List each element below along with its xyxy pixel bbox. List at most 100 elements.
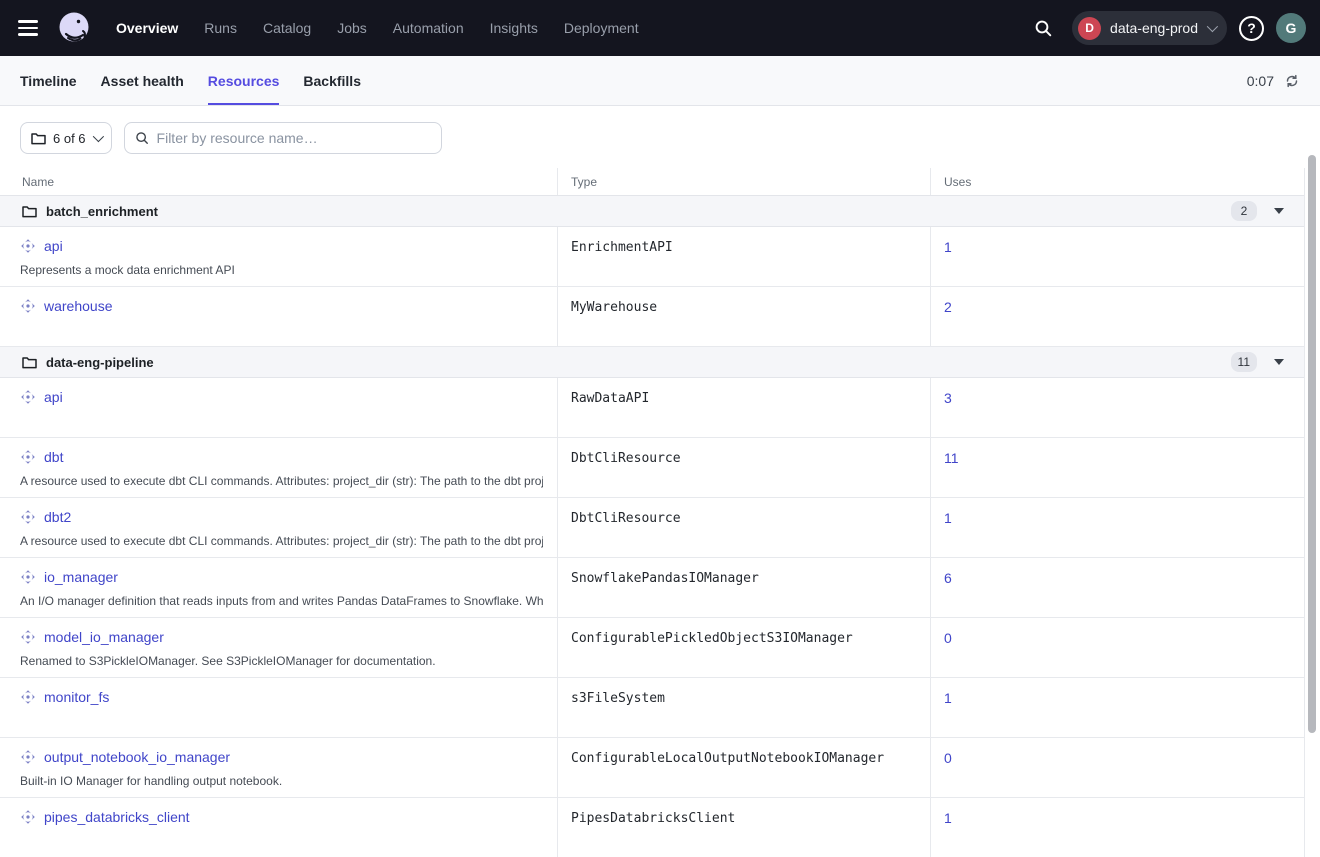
chevron-down-icon	[1207, 21, 1218, 32]
resource-icon	[20, 238, 36, 254]
resource-search-input[interactable]	[157, 130, 431, 146]
resource-uses-link[interactable]: 1	[944, 239, 952, 255]
topnav-link-overview[interactable]: Overview	[116, 20, 178, 36]
resource-group-row[interactable]: batch_enrichment 2	[0, 196, 1304, 227]
topnav-link-deployment[interactable]: Deployment	[564, 20, 639, 36]
resource-icon	[20, 629, 36, 645]
resource-name-link[interactable]: io_manager	[44, 569, 118, 585]
tab-bar: Timeline Asset health Resources Backfills 0…	[0, 56, 1320, 106]
resource-row: io_manager An I/O manager definition tha…	[0, 558, 1304, 618]
resource-description: A resource used to execute dbt CLI comma…	[20, 534, 543, 548]
resource-uses-link[interactable]: 0	[944, 630, 952, 646]
resource-icon	[20, 749, 36, 765]
resource-icon	[20, 509, 36, 525]
resource-uses-link[interactable]: 1	[944, 510, 952, 526]
resources-table: Name Type Uses batch_enrichment 2 api Re…	[0, 168, 1305, 857]
topnav-link-runs[interactable]: Runs	[204, 20, 237, 36]
tabs: Timeline Asset health Resources Backfills	[20, 56, 361, 105]
table-header: Name Type Uses	[0, 168, 1304, 196]
resource-name-link[interactable]: api	[44, 389, 63, 405]
resource-icon	[20, 689, 36, 705]
column-header-name: Name	[0, 168, 557, 195]
resource-description: An I/O manager definition that reads inp…	[20, 594, 543, 608]
resource-name-link[interactable]: output_notebook_io_manager	[44, 749, 230, 765]
chevron-down-icon	[92, 131, 103, 142]
resource-icon	[20, 809, 36, 825]
resource-type: s3FileSystem	[557, 678, 930, 737]
resource-name-link[interactable]: api	[44, 238, 63, 254]
topnav-link-insights[interactable]: Insights	[490, 20, 538, 36]
resource-icon	[20, 389, 36, 405]
refresh-timer: 0:07	[1247, 73, 1274, 89]
resource-name-link[interactable]: warehouse	[44, 298, 113, 314]
resource-row: dbt A resource used to execute dbt CLI c…	[0, 438, 1304, 498]
topnav-links: Overview Runs Catalog Jobs Automation Insight…	[116, 20, 639, 36]
resource-description: Built-in IO Manager for handling output …	[20, 774, 543, 788]
resource-group-row[interactable]: data-eng-pipeline 11	[0, 347, 1304, 378]
resource-type: ConfigurableLocalOutputNotebookIOManager	[557, 738, 930, 797]
resource-row: api Represents a mock data enrichment AP…	[0, 227, 1304, 287]
resource-search[interactable]	[124, 122, 442, 154]
resource-row: api RawDataAPI 3	[0, 378, 1304, 438]
resource-row: dbt2 A resource used to execute dbt CLI …	[0, 498, 1304, 558]
folder-icon	[22, 356, 37, 369]
resource-uses-link[interactable]: 0	[944, 750, 952, 766]
resource-type: PipesDatabricksClient	[557, 798, 930, 857]
resource-description: A resource used to execute dbt CLI comma…	[20, 474, 543, 488]
top-nav: Overview Runs Catalog Jobs Automation Insight…	[0, 0, 1320, 56]
hamburger-menu-icon[interactable]	[14, 12, 46, 44]
topnav-link-jobs[interactable]: Jobs	[337, 20, 367, 36]
group-count-badge: 2	[1231, 201, 1257, 221]
resource-uses-link[interactable]: 1	[944, 690, 952, 706]
resource-type: DbtCliResource	[557, 438, 930, 497]
dagster-logo[interactable]	[56, 9, 94, 47]
folder-icon	[22, 205, 37, 218]
search-icon[interactable]	[1026, 11, 1060, 45]
resource-row: pipes_databricks_client PipesDatabricksC…	[0, 798, 1304, 857]
group-count-badge: 11	[1231, 352, 1257, 372]
folder-icon	[31, 132, 46, 145]
resource-type: ConfigurablePickledObjectS3IOManager	[557, 618, 930, 677]
resource-type: MyWarehouse	[557, 287, 930, 346]
topnav-link-automation[interactable]: Automation	[393, 20, 464, 36]
resource-uses-link[interactable]: 3	[944, 390, 952, 406]
resource-row: monitor_fs s3FileSystem 1	[0, 678, 1304, 738]
resource-type: EnrichmentAPI	[557, 227, 930, 286]
resource-name-link[interactable]: model_io_manager	[44, 629, 164, 645]
help-icon[interactable]: ?	[1239, 16, 1264, 41]
topnav-link-catalog[interactable]: Catalog	[263, 20, 311, 36]
group-name: data-eng-pipeline	[46, 355, 154, 370]
search-icon	[135, 131, 149, 145]
resource-uses-link[interactable]: 1	[944, 810, 952, 826]
deployment-switcher[interactable]: D data-eng-prod	[1072, 11, 1227, 45]
resource-row: model_io_manager Renamed to S3PickleIOMa…	[0, 618, 1304, 678]
resource-name-link[interactable]: dbt2	[44, 509, 71, 525]
tab-backfills[interactable]: Backfills	[303, 56, 361, 105]
resource-row: output_notebook_io_manager Built-in IO M…	[0, 738, 1304, 798]
collapse-caret-icon[interactable]	[1274, 208, 1284, 214]
tab-resources[interactable]: Resources	[208, 56, 280, 105]
tab-asset-health[interactable]: Asset health	[101, 56, 184, 105]
tab-timeline[interactable]: Timeline	[20, 56, 77, 105]
resource-uses-link[interactable]: 11	[944, 450, 959, 466]
filter-bar: 6 of 6	[0, 106, 1320, 168]
resource-name-link[interactable]: monitor_fs	[44, 689, 109, 705]
deployment-badge: D	[1078, 17, 1101, 40]
resource-row: warehouse MyWarehouse 2	[0, 287, 1304, 347]
resource-icon	[20, 569, 36, 585]
column-header-type: Type	[557, 168, 930, 195]
refresh-icon[interactable]	[1284, 73, 1300, 89]
resource-type: SnowflakePandasIOManager	[557, 558, 930, 617]
collapse-caret-icon[interactable]	[1274, 359, 1284, 365]
resource-name-link[interactable]: dbt	[44, 449, 63, 465]
resource-uses-link[interactable]: 6	[944, 570, 952, 586]
resource-uses-link[interactable]: 2	[944, 299, 952, 315]
resource-name-link[interactable]: pipes_databricks_client	[44, 809, 190, 825]
vertical-scrollbar[interactable]	[1308, 155, 1316, 733]
group-name: batch_enrichment	[46, 204, 158, 219]
resource-table-body: batch_enrichment 2 api Represents a mock…	[0, 196, 1304, 857]
resource-type: RawDataAPI	[557, 378, 930, 437]
user-avatar[interactable]: G	[1276, 13, 1306, 43]
group-filter-button[interactable]: 6 of 6	[20, 122, 112, 154]
resource-type: DbtCliResource	[557, 498, 930, 557]
